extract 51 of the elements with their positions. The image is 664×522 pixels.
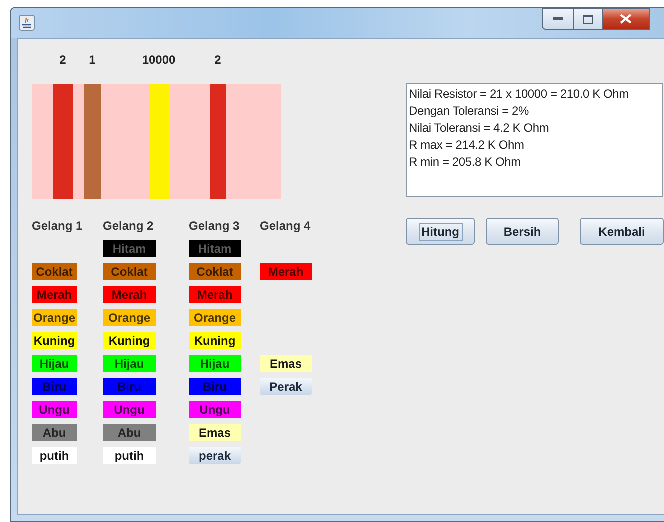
color-button[interactable]: Kuning xyxy=(189,332,241,349)
color-button[interactable]: Emas xyxy=(260,355,312,372)
minimize-button[interactable] xyxy=(542,8,574,30)
color-button[interactable]: Merah xyxy=(32,286,77,303)
color-button[interactable]: Coklat xyxy=(189,263,241,280)
color-button[interactable]: Ungu xyxy=(189,401,241,418)
action-button[interactable]: Bersih xyxy=(486,218,559,245)
app-icon xyxy=(19,15,35,31)
minimize-icon xyxy=(553,17,563,21)
band-value: 2 xyxy=(214,53,222,69)
color-button[interactable]: Merah xyxy=(260,263,312,280)
color-button[interactable]: putih xyxy=(32,447,77,464)
band-value: 2 xyxy=(58,53,68,69)
band-value: 10000 xyxy=(141,53,177,69)
color-button[interactable]: Coklat xyxy=(103,263,156,280)
color-button[interactable]: Ungu xyxy=(103,401,156,418)
color-button[interactable]: Orange xyxy=(103,309,156,326)
color-button[interactable]: Merah xyxy=(189,286,241,303)
color-button[interactable]: Abu xyxy=(32,424,77,441)
color-button[interactable]: Ungu xyxy=(32,401,77,418)
color-button[interactable]: Hijau xyxy=(32,355,77,372)
color-button[interactable]: Kuning xyxy=(32,332,77,349)
result-line: Nilai Toleransi = 4.2 K Ohm xyxy=(409,120,550,137)
result-line: Dengan Toleransi = 2% xyxy=(409,103,530,120)
color-button[interactable]: perak xyxy=(189,447,241,464)
result-line: R min = 205.8 K Ohm xyxy=(409,154,522,171)
color-button[interactable]: Coklat xyxy=(32,263,77,280)
action-button[interactable]: Hitung xyxy=(406,218,475,245)
color-button[interactable]: Abu xyxy=(103,424,156,441)
color-button[interactable]: Kuning xyxy=(103,332,156,349)
color-button[interactable]: Perak xyxy=(260,378,312,395)
color-button[interactable]: Emas xyxy=(189,424,241,441)
result-line: R max = 214.2 K Ohm xyxy=(409,137,526,154)
column-header: Gelang 1 xyxy=(32,219,84,233)
maximize-button[interactable] xyxy=(574,8,603,30)
close-icon xyxy=(620,14,632,24)
column-header: Gelang 2 xyxy=(103,219,155,233)
color-button[interactable]: Hijau xyxy=(189,355,241,372)
band-value: 1 xyxy=(88,53,97,69)
column-header: Gelang 3 xyxy=(189,219,241,233)
action-button[interactable]: Kembali xyxy=(580,218,664,245)
column-header: Gelang 4 xyxy=(260,219,312,233)
color-button[interactable]: Hijau xyxy=(103,355,156,372)
close-button[interactable] xyxy=(603,8,650,30)
maximize-icon xyxy=(583,14,593,24)
color-button[interactable]: Merah xyxy=(103,286,156,303)
color-button[interactable]: putih xyxy=(103,447,156,464)
result-text-area[interactable]: Nilai Resistor = 21 x 10000 = 210.0 K Ohm Dengan Toleransi = 2% Nilai Toleransi = 4.2 K Ohm R max = 214.2 K Ohm R min = 205.8 K Ohm xyxy=(406,83,663,197)
color-button[interactable]: Orange xyxy=(32,309,77,326)
result-line: Nilai Resistor = 21 x 10000 = 210.0 K Ohm xyxy=(409,86,630,103)
color-button[interactable]: Orange xyxy=(189,309,241,326)
